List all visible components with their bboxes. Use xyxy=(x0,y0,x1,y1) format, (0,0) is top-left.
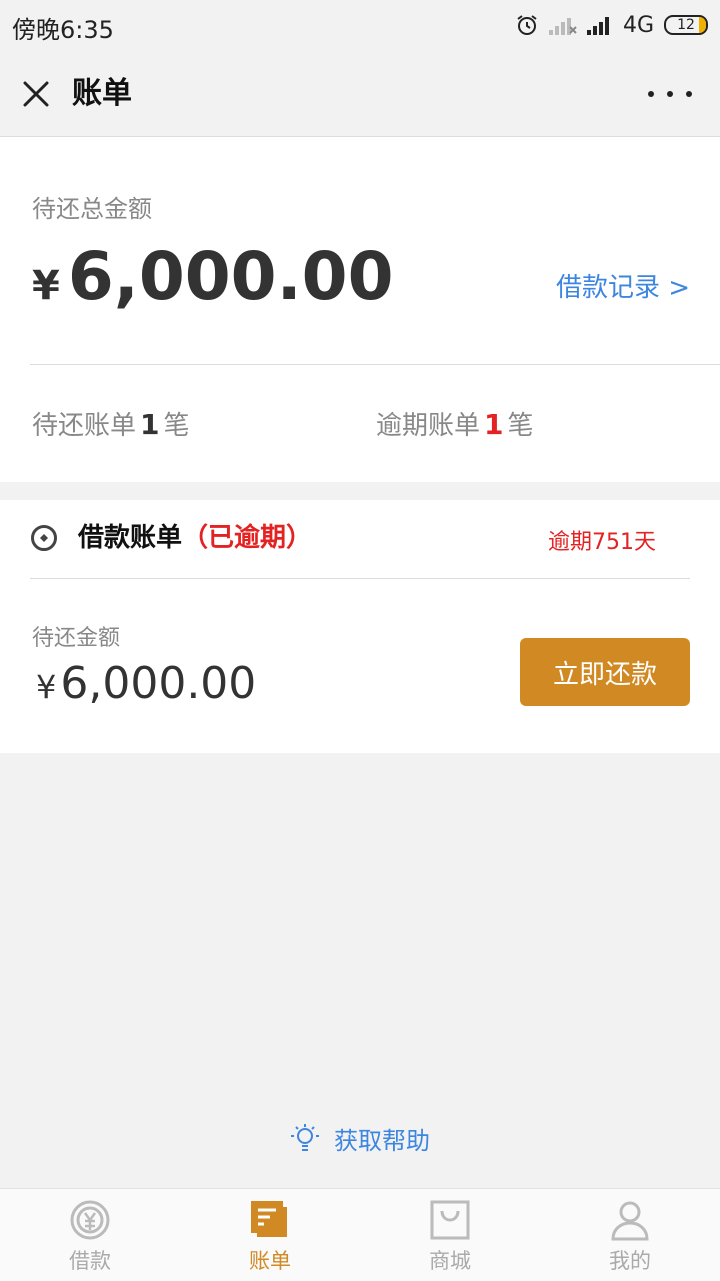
status-time: 傍晚6:35 xyxy=(12,16,114,44)
help-link[interactable]: 获取帮助 xyxy=(0,1118,720,1158)
pending-amount-value: 6,000.00 xyxy=(60,658,257,709)
alarm-icon xyxy=(517,15,537,35)
network-type: 4G xyxy=(622,12,654,38)
help-text: 获取帮助 xyxy=(334,1126,430,1155)
tab-bills[interactable]: 账单 xyxy=(180,1189,360,1281)
more-button[interactable] xyxy=(648,80,692,108)
divider xyxy=(30,578,690,579)
currency-symbol: ¥ xyxy=(36,668,57,706)
battery-icon: 12 xyxy=(664,15,708,35)
pending-bills-stat: 待还账单 1 笔 xyxy=(32,408,190,441)
tab-loan[interactable]: 借款 xyxy=(0,1189,180,1281)
tab-profile[interactable]: 我的 xyxy=(540,1189,720,1281)
close-icon xyxy=(23,81,49,107)
bill-icon xyxy=(251,1201,287,1237)
overdue-bills-count: 1 xyxy=(484,408,504,441)
signal-icon xyxy=(586,17,609,35)
divider xyxy=(30,364,720,365)
battery-level: 12 xyxy=(677,17,695,33)
pending-bills-count: 1 xyxy=(140,408,160,441)
total-amount-value: 6,000.00 xyxy=(67,238,394,315)
more-icon xyxy=(648,91,654,97)
status-icons: 4G 12 xyxy=(515,10,708,40)
close-button[interactable] xyxy=(16,74,56,114)
shopping-bag-icon xyxy=(430,1200,470,1240)
nav-bar: 账单 xyxy=(0,52,720,137)
signal-x-icon xyxy=(548,18,577,35)
pending-amount: ¥6,000.00 xyxy=(36,658,256,709)
tab-mall[interactable]: 商城 xyxy=(360,1189,540,1281)
loan-record-link[interactable]: 借款记录 > xyxy=(556,267,690,304)
page-title: 账单 xyxy=(72,76,132,111)
bill-status: （已逾期） xyxy=(182,523,313,553)
overdue-bills-stat: 逾期账单 1 笔 xyxy=(376,408,534,441)
tab-bar: 借款 账单 商城 我的 xyxy=(0,1188,720,1281)
summary-card: 待还总金额 ¥6,000.00 借款记录 > 待还账单 1 笔 逾期账单 1 笔 xyxy=(0,137,720,482)
yen-coin-icon xyxy=(70,1200,110,1240)
total-amount: ¥6,000.00 xyxy=(32,237,394,326)
currency-symbol: ¥ xyxy=(32,263,60,309)
status-bar: 傍晚6:35 4G 12 xyxy=(0,0,720,52)
repay-now-button[interactable]: 立即还款 xyxy=(520,638,690,706)
bill-title: 借款账单（已逾期） xyxy=(78,523,313,553)
bill-status-icon xyxy=(31,525,57,551)
overdue-days: 逾期751天 xyxy=(548,530,656,555)
person-icon xyxy=(611,1201,649,1241)
bill-card[interactable]: 借款账单（已逾期） 逾期751天 待还金额 ¥6,000.00 立即还款 xyxy=(0,500,720,753)
total-amount-label: 待还总金额 xyxy=(32,195,152,223)
lightbulb-icon xyxy=(291,1124,319,1151)
pending-amount-label: 待还金额 xyxy=(32,626,121,651)
